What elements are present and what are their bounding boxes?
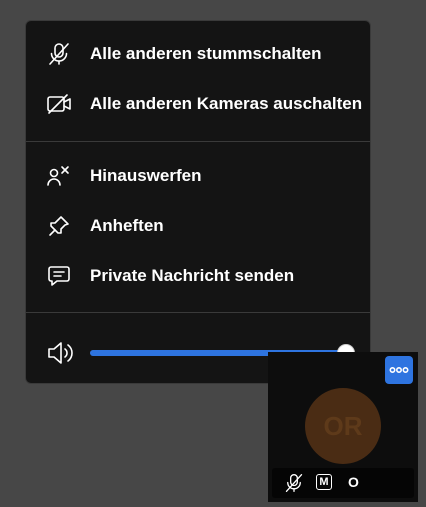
speaker-icon — [46, 340, 74, 366]
pin-participant-label: Anheften — [90, 216, 164, 235]
user-remove-icon — [46, 163, 72, 189]
stop-all-cameras-label: Alle anderen Kameras auschalten — [90, 94, 363, 113]
participant-status-bar: M O — [272, 468, 414, 498]
menu-divider — [26, 312, 370, 313]
mic-muted-icon — [284, 473, 304, 493]
kick-participant-item[interactable]: Hinauswerfen — [26, 154, 370, 198]
avatar: OR — [305, 388, 381, 464]
mute-all-others-label: Alle anderen stummschalten — [90, 44, 322, 63]
private-message-item[interactable]: Private Nachricht senden — [26, 254, 370, 298]
moderator-badge: M — [316, 474, 332, 490]
menu-divider — [26, 141, 370, 142]
pin-participant-item[interactable]: Anheften — [26, 204, 370, 248]
avatar-initials: OR — [323, 410, 363, 441]
participant-context-menu: Alle anderen stummschalten Alle anderen … — [25, 20, 371, 384]
kick-participant-label: Hinauswerfen — [90, 166, 202, 185]
participant-name: O — [348, 474, 359, 490]
camera-off-icon — [46, 91, 72, 117]
pin-icon — [46, 213, 72, 239]
chat-icon — [46, 263, 72, 289]
private-message-label: Private Nachricht senden — [90, 266, 295, 285]
participant-tile[interactable]: OR M O — [268, 352, 418, 502]
mute-all-others-item[interactable]: Alle anderen stummschalten — [26, 32, 370, 76]
more-dots-icon — [389, 366, 409, 374]
mic-off-icon — [46, 41, 72, 67]
more-options-button[interactable] — [385, 356, 413, 384]
stop-all-cameras-item[interactable]: Alle anderen Kameras auschalten — [26, 82, 370, 126]
